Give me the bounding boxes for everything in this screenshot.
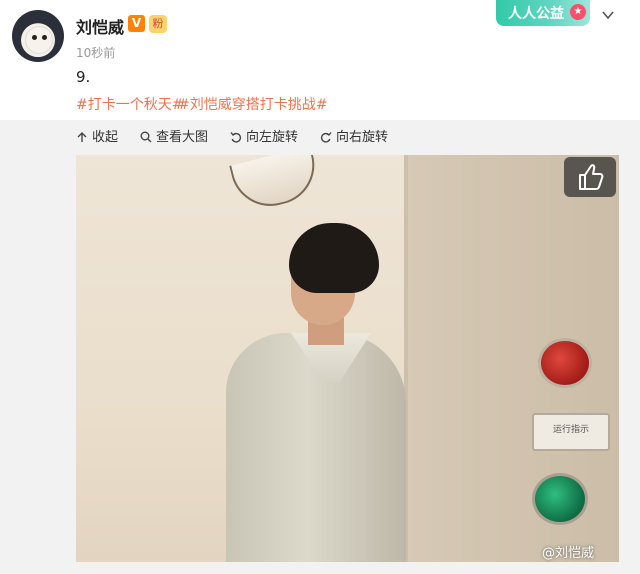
rotate-left-button[interactable]: 向左旋转 bbox=[230, 129, 298, 147]
rotate-right-label: 向右旋转 bbox=[336, 130, 389, 145]
arrow-up-icon bbox=[77, 132, 87, 142]
collapse-button[interactable]: 收起 bbox=[76, 129, 118, 147]
avatar-face bbox=[25, 26, 53, 54]
topic-link[interactable]: #刘恺威穿搭打卡挑战# bbox=[178, 94, 327, 114]
charity-star-icon: ★ bbox=[570, 4, 586, 20]
like-button[interactable] bbox=[564, 157, 616, 197]
rotate-right-icon bbox=[320, 132, 332, 143]
rotate-left-label: 向左旋转 bbox=[246, 130, 299, 145]
magnifier-icon bbox=[140, 131, 152, 143]
charity-badge-label: 人人公益 bbox=[508, 6, 564, 22]
collapse-label: 收起 bbox=[92, 130, 119, 145]
fan-badge-icon: 粉 bbox=[149, 15, 167, 33]
rotate-left-icon bbox=[230, 132, 242, 143]
avatar[interactable] bbox=[12, 10, 64, 62]
rotate-right-button[interactable]: 向右旋转 bbox=[320, 129, 388, 147]
avatar-eye bbox=[32, 35, 37, 40]
author-name[interactable]: 刘恺威 bbox=[76, 14, 124, 38]
photo-green-button bbox=[532, 473, 588, 525]
post-text: 9. bbox=[76, 68, 91, 86]
post-photo[interactable]: 运行指示 bbox=[76, 155, 619, 562]
thumbs-up-icon bbox=[579, 164, 604, 190]
view-large-label: 查看大图 bbox=[156, 130, 209, 145]
verified-badge: V bbox=[128, 15, 145, 32]
avatar-eye bbox=[42, 35, 47, 40]
photo-red-button bbox=[538, 338, 592, 388]
post-timestamp[interactable]: 10秒前 bbox=[76, 44, 115, 61]
photo-watermark: @刘恺威 bbox=[542, 546, 595, 561]
photo-person-hair bbox=[289, 223, 379, 293]
chevron-down-icon[interactable] bbox=[602, 9, 614, 21]
photo-label-plate: 运行指示 bbox=[532, 413, 610, 451]
topic-link[interactable]: #打卡一个秋天# bbox=[76, 94, 183, 114]
view-large-button[interactable]: 查看大图 bbox=[140, 129, 208, 147]
